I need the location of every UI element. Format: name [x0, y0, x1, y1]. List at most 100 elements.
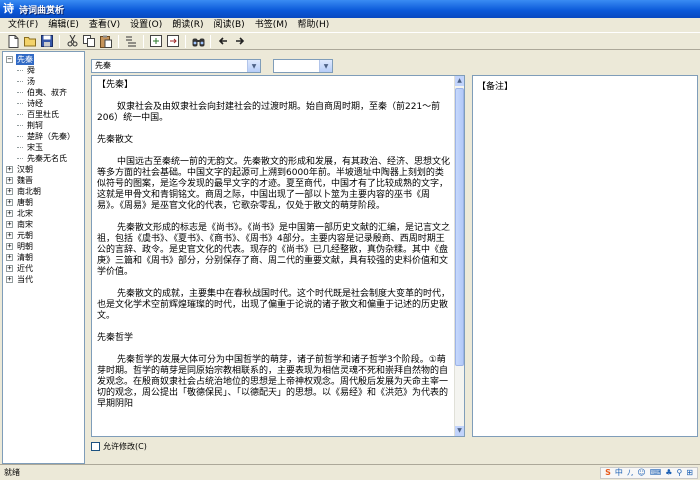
tree-node-dynasty[interactable]: + 南北朝 [6, 186, 42, 197]
tree-node-label[interactable]: 魏晋 [16, 175, 34, 186]
forward-arrow-icon[interactable] [233, 34, 247, 48]
tree-node-label[interactable]: 当代 [16, 274, 34, 285]
expand-toggle-icon[interactable]: + [6, 188, 13, 195]
tree-node-dynasty[interactable]: + 近代 [6, 263, 34, 274]
tree-connector [17, 125, 23, 126]
expand-toggle-icon[interactable]: + [6, 232, 13, 239]
dynasty-tree[interactable]: − 先秦 舜 汤 伯夷、叔齐 诗经 百里杜氏 荆轲 楚辞（先秦） 宋玉 先秦无名… [2, 51, 85, 464]
tree-node-dynasty[interactable]: + 汉朝 [6, 164, 34, 175]
tree-node-child[interactable]: 舜 [17, 65, 36, 76]
expand-toggle-icon[interactable]: + [6, 221, 13, 228]
ime-punctuation-icon[interactable]: ﾉ, [627, 468, 634, 478]
format-icon[interactable] [124, 34, 138, 48]
tree-node-label[interactable]: 近代 [16, 263, 34, 274]
tree-node-label[interactable]: 元朝 [16, 230, 34, 241]
export-icon[interactable] [166, 34, 180, 48]
vertical-scrollbar[interactable]: ▲ ▼ [454, 76, 464, 436]
tree-node-dynasty[interactable]: + 当代 [6, 274, 34, 285]
collapse-toggle-icon[interactable]: − [6, 56, 13, 63]
cut-icon[interactable] [65, 34, 79, 48]
expand-toggle-icon[interactable]: + [6, 210, 13, 217]
expand-toggle-icon[interactable]: + [6, 265, 13, 272]
ime-emoji-icon[interactable]: ☺ [637, 468, 645, 478]
save-icon[interactable] [40, 34, 54, 48]
chevron-down-icon[interactable]: ▼ [319, 60, 332, 72]
tree-node-label[interactable]: 清朝 [16, 252, 34, 263]
copy-icon[interactable] [82, 34, 96, 48]
tree-node-child[interactable]: 先秦无名氏 [17, 153, 68, 164]
tree-node-label[interactable]: 舜 [26, 65, 36, 76]
ime-tools-icon[interactable]: ⚲ [676, 468, 682, 478]
menu-read-aloud[interactable]: 朗读(R) [167, 18, 208, 32]
tree-node-label[interactable]: 伯夷、叔齐 [26, 87, 68, 98]
tree-node-child[interactable]: 百里杜氏 [17, 109, 60, 120]
menu-view[interactable]: 查看(V) [84, 18, 125, 32]
tree-node-child[interactable]: 诗经 [17, 98, 44, 109]
checkbox-box[interactable] [91, 442, 100, 451]
tree-node-child[interactable]: 荆轲 [17, 120, 44, 131]
tree-node-label[interactable]: 宋玉 [26, 142, 44, 153]
ime-skin-icon[interactable]: ♣ [665, 468, 672, 478]
ime-keyboard-icon[interactable]: ⌨ [650, 468, 662, 478]
expand-toggle-icon[interactable]: + [6, 166, 13, 173]
expand-toggle-icon[interactable]: + [6, 276, 13, 283]
tree-node-xianqin[interactable]: − 先秦 [6, 54, 34, 65]
ime-logo-icon[interactable]: S [605, 468, 611, 478]
tree-node-child[interactable]: 伯夷、叔齐 [17, 87, 68, 98]
tree-node-dynasty[interactable]: + 南宋 [6, 219, 34, 230]
tree-node-child[interactable]: 汤 [17, 76, 36, 87]
tree-node-label[interactable]: 北宋 [16, 208, 34, 219]
ime-chinese-mode-icon[interactable]: 中 [615, 468, 623, 478]
tree-node-dynasty[interactable]: + 清朝 [6, 252, 34, 263]
expand-toggle-icon[interactable]: + [6, 243, 13, 250]
tree-node-child[interactable]: 宋玉 [17, 142, 44, 153]
ime-menu-icon[interactable]: ⊞ [686, 468, 693, 478]
tree-connector [17, 92, 23, 93]
tree-node-label[interactable]: 楚辞（先秦） [26, 131, 76, 142]
allow-edit-checkbox[interactable]: 允许修改(C) [91, 441, 147, 452]
scroll-thumb[interactable] [455, 88, 464, 366]
tree-node-dynasty[interactable]: + 元朝 [6, 230, 34, 241]
tree-node-dynasty[interactable]: + 北宋 [6, 208, 34, 219]
expand-toggle-icon[interactable]: + [6, 254, 13, 261]
tree-node-label[interactable]: 唐朝 [16, 197, 34, 208]
tree-node-label[interactable]: 南宋 [16, 219, 34, 230]
dynasty-select[interactable]: 先秦 ▼ [91, 59, 261, 73]
tree-node-child[interactable]: 楚辞（先秦） [17, 131, 76, 142]
tree-node-label[interactable]: 汤 [26, 76, 36, 87]
chevron-down-icon[interactable]: ▼ [247, 60, 260, 72]
scroll-up-icon[interactable]: ▲ [455, 76, 464, 86]
notes-pane[interactable]: 【备注】 [472, 75, 698, 437]
tree-node-label[interactable]: 百里杜氏 [26, 109, 60, 120]
menu-help[interactable]: 帮助(H) [293, 18, 335, 32]
import-icon[interactable] [149, 34, 163, 48]
allow-edit-label[interactable]: 允许修改(C) [103, 441, 147, 452]
menu-file[interactable]: 文件(F) [3, 18, 43, 32]
tree-node-label[interactable]: 明朝 [16, 241, 34, 252]
tree-node-dynasty[interactable]: + 明朝 [6, 241, 34, 252]
menu-bookmarks[interactable]: 书签(M) [250, 18, 293, 32]
ime-toolbar[interactable]: S 中 ﾉ, ☺ ⌨ ♣ ⚲ ⊞ [600, 467, 698, 479]
tree-node-dynasty[interactable]: + 唐朝 [6, 197, 34, 208]
menu-reading[interactable]: 阅读(B) [209, 18, 250, 32]
tree-node-label[interactable]: 先秦无名氏 [26, 153, 68, 164]
tree-node-label[interactable]: 诗经 [26, 98, 44, 109]
app-icon: 诗 [3, 2, 14, 15]
tree-node-label[interactable]: 南北朝 [16, 186, 42, 197]
find-icon[interactable] [191, 34, 205, 48]
tree-node-label[interactable]: 汉朝 [16, 164, 34, 175]
scroll-down-icon[interactable]: ▼ [455, 426, 464, 436]
tree-node-label[interactable]: 荆轲 [26, 120, 44, 131]
tree-node-dynasty[interactable]: + 魏晋 [6, 175, 34, 186]
expand-toggle-icon[interactable]: + [6, 177, 13, 184]
menu-edit[interactable]: 编辑(E) [43, 18, 84, 32]
back-arrow-icon[interactable] [216, 34, 230, 48]
expand-toggle-icon[interactable]: + [6, 199, 13, 206]
secondary-select[interactable]: ▼ [273, 59, 333, 73]
reading-pane[interactable]: 【先秦】 奴隶社会及由奴隶社会向封建社会的过渡时期。始自商周时期，至秦（前221… [91, 75, 465, 437]
paste-icon[interactable] [99, 34, 113, 48]
menu-settings[interactable]: 设置(O) [125, 18, 167, 32]
new-document-icon[interactable] [6, 34, 20, 48]
open-folder-icon[interactable] [23, 34, 37, 48]
tree-node-label[interactable]: 先秦 [16, 54, 34, 65]
